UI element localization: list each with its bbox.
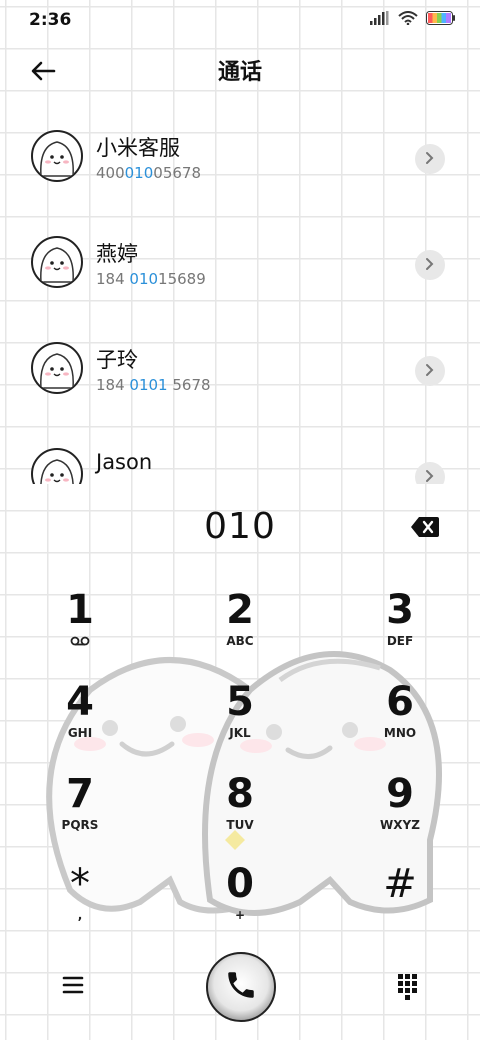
backspace-button[interactable] xyxy=(410,516,442,538)
status-bar: 2:36 xyxy=(0,0,480,40)
dialed-number: 010 xyxy=(204,506,276,547)
key-4[interactable]: 4 GHI xyxy=(20,678,140,762)
voicemail-icon xyxy=(20,634,140,648)
menu-icon xyxy=(56,976,90,1006)
contact-row[interactable]: Jason xyxy=(0,426,480,484)
key-9[interactable]: 9 WXYZ xyxy=(340,770,460,854)
chevron-right-icon xyxy=(424,468,436,485)
key-digit: 6 xyxy=(386,679,414,725)
wifi-icon xyxy=(398,10,418,29)
key-5[interactable]: 5 JKL xyxy=(180,678,300,762)
contact-name: Jason xyxy=(96,450,153,474)
key-6[interactable]: 6 MNO xyxy=(340,678,460,762)
avatar xyxy=(31,130,83,182)
contact-row[interactable]: 燕婷 184 01015689 xyxy=(0,214,480,320)
key-letters: + xyxy=(234,908,246,922)
key-digit: 0 xyxy=(226,861,254,907)
key-letters: GHI xyxy=(67,726,93,740)
phone-icon xyxy=(224,968,258,1006)
dial-display: 010 xyxy=(0,500,480,560)
key-7[interactable]: 7 PQRS xyxy=(20,770,140,854)
status-time: 2:36 xyxy=(29,10,72,30)
key-digit: 7 xyxy=(66,771,94,817)
key-8[interactable]: 8 TUV xyxy=(180,770,300,854)
keypad-toggle-button[interactable] xyxy=(392,968,422,1002)
key-digit: 8 xyxy=(226,771,254,817)
key-0[interactable]: 0 + xyxy=(180,860,300,944)
key-star[interactable]: * , xyxy=(20,860,140,944)
chevron-right-icon xyxy=(424,362,436,381)
key-letters: PQRS xyxy=(61,818,99,832)
key-hash[interactable]: # xyxy=(340,860,460,944)
menu-button[interactable] xyxy=(56,968,90,1002)
key-digit: 5 xyxy=(226,679,254,725)
key-digit: 3 xyxy=(386,587,414,633)
avatar xyxy=(31,448,83,484)
key-digit: 1 xyxy=(66,587,94,633)
contact-number: 184 0101 5678 xyxy=(96,376,211,394)
contact-name: 子玲 xyxy=(96,348,138,372)
key-letters: ABC xyxy=(226,634,254,648)
signal-icon xyxy=(370,10,390,29)
contact-detail-button[interactable] xyxy=(415,462,445,484)
key-2[interactable]: 2 ABC xyxy=(180,586,300,670)
chevron-right-icon xyxy=(424,256,436,275)
contact-detail-button[interactable] xyxy=(415,356,445,386)
key-letters: JKL xyxy=(229,726,251,740)
key-1[interactable]: 1 xyxy=(20,586,140,670)
contact-name: 燕婷 xyxy=(96,242,138,266)
key-3[interactable]: 3 DEF xyxy=(340,586,460,670)
key-digit: 2 xyxy=(226,587,254,633)
backspace-icon xyxy=(410,517,440,542)
key-digit: 4 xyxy=(66,679,94,725)
dialpad-icon xyxy=(392,974,422,1006)
avatar xyxy=(31,236,83,288)
key-letters: DEF xyxy=(386,634,414,648)
key-digit: * xyxy=(70,861,90,907)
contact-detail-button[interactable] xyxy=(415,144,445,174)
key-letters: WXYZ xyxy=(380,818,420,832)
contact-detail-button[interactable] xyxy=(415,250,445,280)
call-button[interactable] xyxy=(206,952,276,1022)
contact-number: 40001005678 xyxy=(96,164,201,182)
page-title: 通话 xyxy=(217,60,262,85)
key-letters: MNO xyxy=(383,726,417,740)
status-icons xyxy=(370,10,456,29)
header: 通话 xyxy=(0,50,480,90)
contact-row[interactable]: 子玲 184 0101 5678 xyxy=(0,320,480,426)
contact-number: 184 01015689 xyxy=(96,270,206,288)
contact-list: 小米客服 40001005678 燕婷 184 01015689 子玲 184 … xyxy=(0,108,480,484)
contact-row[interactable]: 小米客服 40001005678 xyxy=(0,108,480,214)
key-letters: , xyxy=(77,908,83,922)
contact-name: 小米客服 xyxy=(96,136,180,160)
key-letters: TUV xyxy=(226,818,254,832)
key-digit: # xyxy=(383,861,417,907)
avatar xyxy=(31,342,83,394)
key-digit: 9 xyxy=(386,771,414,817)
battery-icon xyxy=(426,10,456,29)
chevron-right-icon xyxy=(424,150,436,169)
